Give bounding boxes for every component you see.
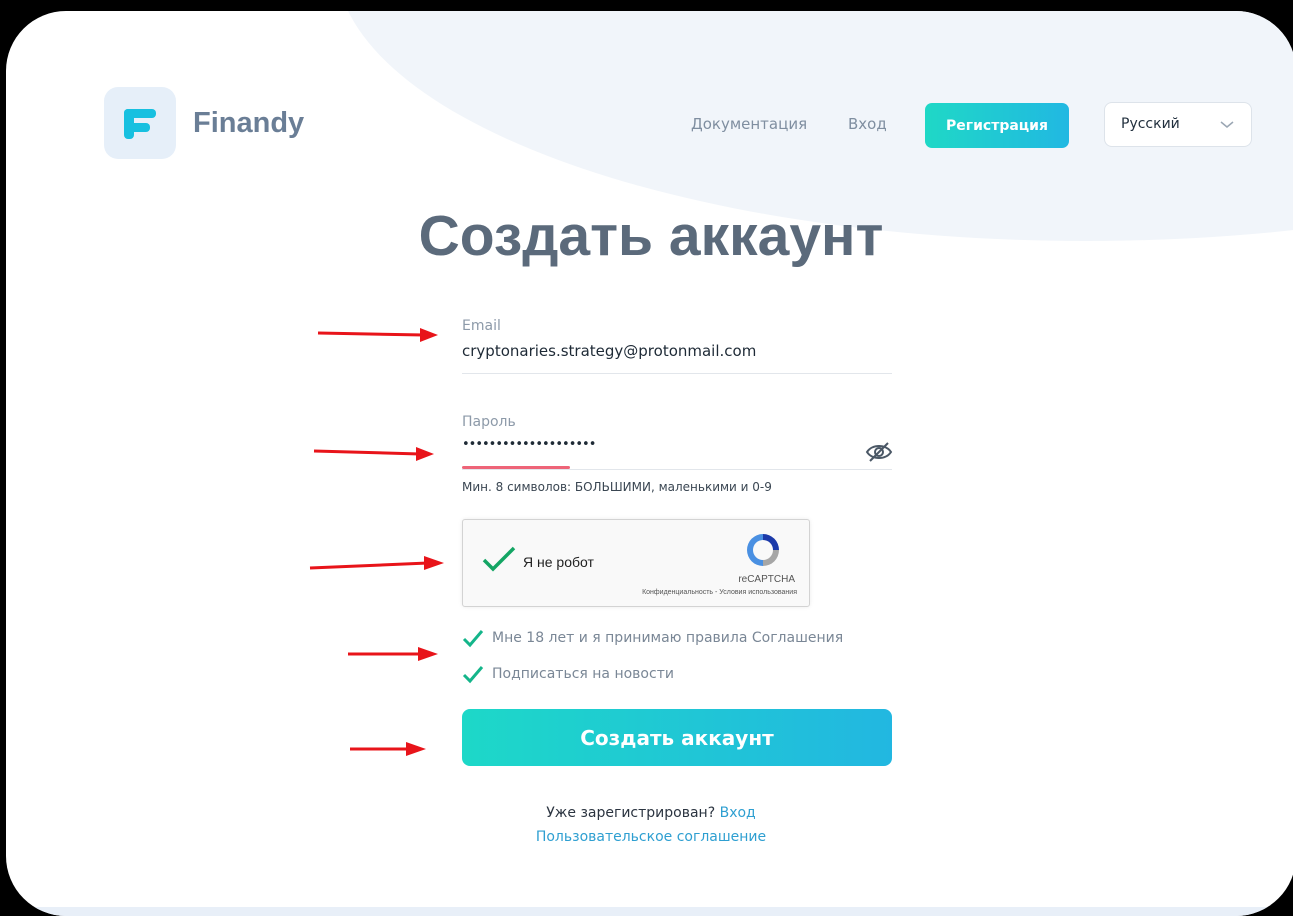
annotation-arrow-icon bbox=[350, 742, 426, 756]
user-agreement-link[interactable]: Пользовательское соглашение bbox=[6, 829, 1293, 845]
chevron-down-icon bbox=[1217, 113, 1237, 139]
already-registered-row: Уже зарегистрирован? Вход bbox=[6, 805, 1293, 821]
register-button[interactable]: Регистрация bbox=[925, 103, 1069, 148]
page-card: Finandy Документация Вход Регистрация Ру… bbox=[6, 11, 1293, 916]
password-hint: Мин. 8 символов: БОЛЬШИМИ, маленькими и … bbox=[462, 480, 772, 494]
checkmark-icon bbox=[462, 663, 484, 685]
recaptcha-label: Я не робот bbox=[523, 554, 594, 570]
bottom-band bbox=[6, 907, 1293, 916]
recaptcha-brand: reCAPTCHA bbox=[738, 574, 795, 585]
recaptcha-logo-icon bbox=[743, 530, 783, 574]
agree-label: Мне 18 лет и я принимаю правила Соглашен… bbox=[492, 630, 844, 646]
eye-slash-icon[interactable] bbox=[864, 439, 894, 469]
brand-name: Finandy bbox=[193, 107, 305, 139]
email-label: Email bbox=[462, 318, 501, 334]
language-select[interactable]: Русский bbox=[1104, 102, 1252, 147]
agree-checkbox[interactable]: Мне 18 лет и я принимаю правила Соглашен… bbox=[462, 627, 843, 649]
nav-docs-link[interactable]: Документация bbox=[691, 115, 807, 133]
annotation-arrow-icon bbox=[317, 328, 438, 342]
email-field[interactable]: cryptonaries.strategy@protonmail.com bbox=[462, 342, 756, 360]
language-value: Русский bbox=[1121, 116, 1180, 132]
recaptcha-terms[interactable]: Конфиденциальность - Условия использован… bbox=[642, 589, 797, 596]
recaptcha-widget[interactable]: Я не робот reCAPTCHA Конфиденциальность … bbox=[462, 519, 810, 607]
password-strength-bar bbox=[462, 466, 570, 469]
checkmark-icon bbox=[462, 627, 484, 649]
checkmark-icon[interactable] bbox=[481, 544, 517, 578]
annotation-arrow-icon bbox=[313, 447, 434, 461]
news-label: Подписаться на новости bbox=[492, 666, 674, 682]
password-underline bbox=[462, 469, 892, 470]
annotation-arrow-icon bbox=[348, 647, 438, 661]
annotation-arrow-icon bbox=[309, 556, 444, 570]
password-label: Пароль bbox=[462, 414, 516, 430]
page-title: Создать аккаунт bbox=[418, 204, 884, 268]
nav-login-link[interactable]: Вход bbox=[848, 115, 887, 133]
already-registered-text: Уже зарегистрирован? bbox=[546, 805, 716, 821]
logo[interactable] bbox=[104, 87, 176, 159]
email-underline bbox=[462, 373, 892, 374]
password-field[interactable]: •••••••••••••••••••• bbox=[462, 437, 596, 452]
create-account-button[interactable]: Создать аккаунт bbox=[462, 709, 892, 766]
footer-login-link[interactable]: Вход bbox=[720, 805, 756, 821]
news-checkbox[interactable]: Подписаться на новости bbox=[462, 663, 674, 685]
